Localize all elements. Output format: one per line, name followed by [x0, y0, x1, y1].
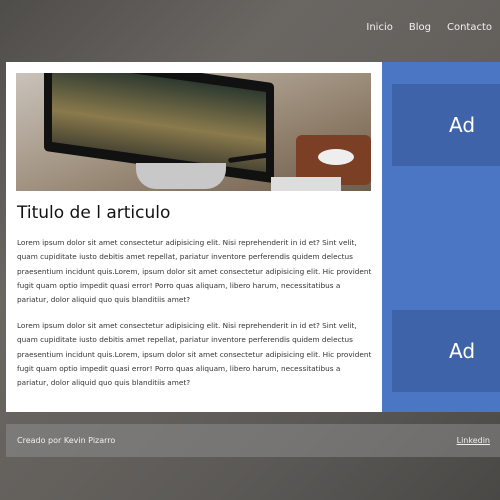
article-image	[16, 73, 371, 191]
article-title: Titulo de l articulo	[17, 203, 171, 223]
ad-slot[interactable]: Ad	[392, 84, 500, 166]
article-card: Titulo de l articulo Lorem ipsum dolor s…	[6, 62, 382, 412]
article-paragraph: Lorem ipsum dolor sit amet consectetur a…	[17, 321, 372, 388]
footer-credit: Creado por Kevin Pizarro	[17, 436, 116, 445]
article-paragraph: Lorem ipsum dolor sit amet consectetur a…	[17, 238, 372, 305]
mouse-graphic	[318, 149, 354, 165]
nav-inicio[interactable]: Inicio	[366, 22, 392, 33]
monitor-stand-graphic	[136, 163, 226, 189]
main-nav: Inicio Blog Contacto	[350, 22, 492, 33]
ad-slot[interactable]: Ad	[392, 310, 500, 392]
nav-blog[interactable]: Blog	[409, 22, 431, 33]
linkedin-link[interactable]: Linkedin	[457, 436, 490, 445]
footer: Creado por Kevin Pizarro Linkedin	[6, 424, 500, 457]
nav-contacto[interactable]: Contacto	[447, 22, 492, 33]
keyboard-graphic	[271, 177, 341, 191]
sidebar: Ad Ad	[382, 62, 500, 412]
